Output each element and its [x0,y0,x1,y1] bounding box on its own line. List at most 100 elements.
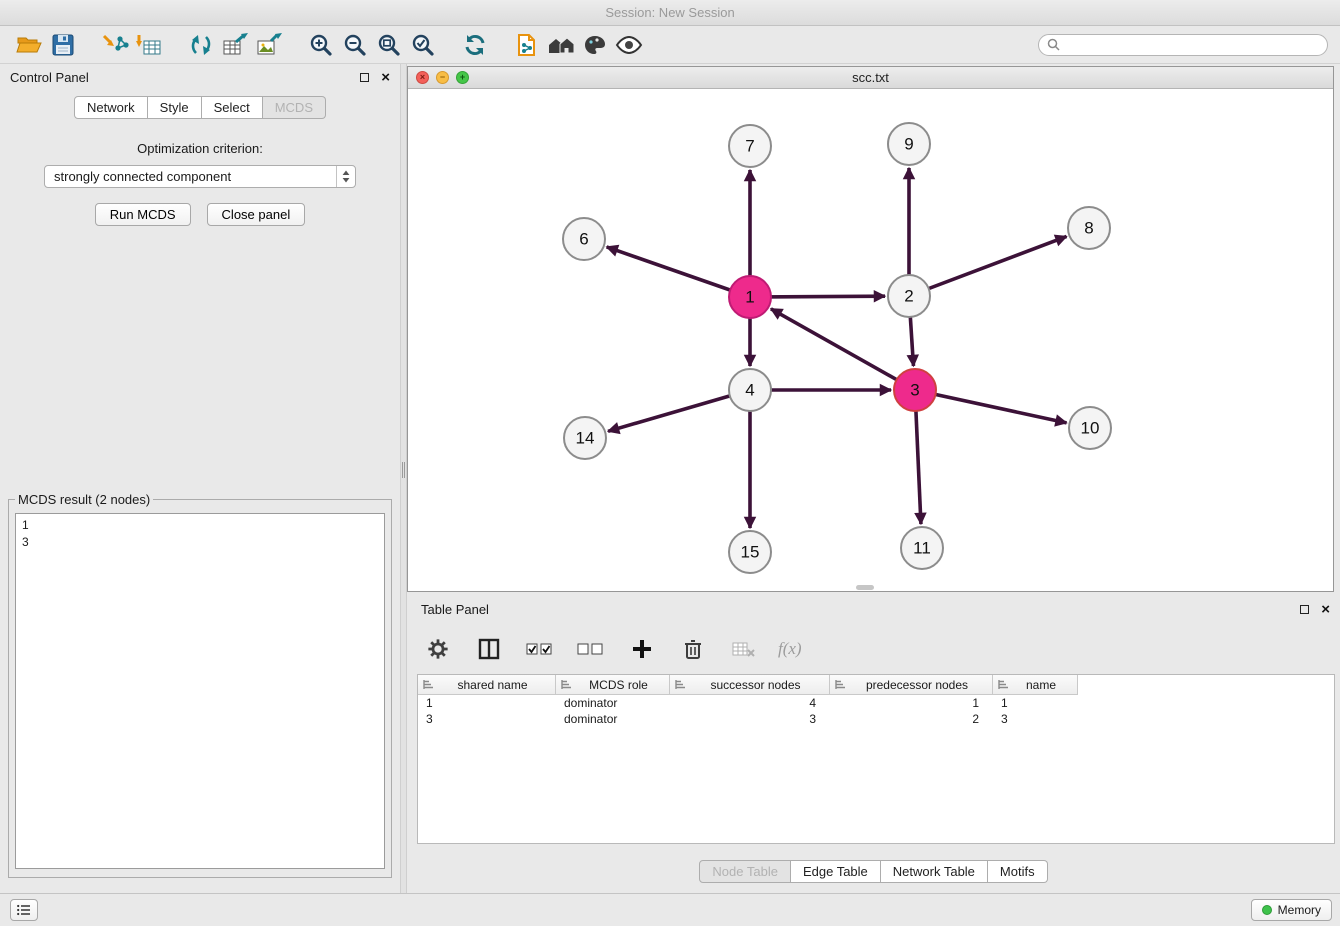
graph-node[interactable]: 10 [1069,407,1111,449]
column-sort-icon [674,679,687,690]
criterion-value: strongly connected component [54,169,231,184]
close-panel-button[interactable]: Close panel [207,203,306,226]
mcds-result-box[interactable]: 1 3 [15,513,385,869]
graph-node[interactable]: 9 [888,123,930,165]
zoom-selected-icon[interactable] [406,30,440,60]
network-window-titlebar[interactable]: scc.txt × − + [408,67,1333,89]
search-icon [1047,38,1060,51]
share-network-icon[interactable] [184,30,218,60]
h-scrollbar-thumb[interactable] [856,585,874,590]
table-row[interactable]: 3dominator323 [418,711,1334,727]
table-cell: 4 [670,695,830,711]
table-tab-motifs[interactable]: Motifs [988,860,1048,883]
graph-node[interactable]: 7 [729,125,771,167]
graph-node[interactable]: 6 [563,218,605,260]
delete-column-icon[interactable] [676,634,710,664]
float-panel-icon[interactable] [360,73,369,82]
table-tab-network-table[interactable]: Network Table [881,860,988,883]
network-canvas[interactable]: 7 9 6 8 1 2 4 3 14 10 15 11 [408,89,1333,591]
criterion-select[interactable]: strongly connected component [44,165,356,188]
table-row[interactable]: 1dominator411 [418,695,1334,711]
zoom-out-icon[interactable] [338,30,372,60]
minimize-window-icon[interactable]: − [436,71,449,84]
close-panel-icon[interactable]: × [381,70,390,85]
graph-node[interactable]: 14 [564,417,606,459]
open-session-icon[interactable] [12,30,46,60]
table-tabs: Node TableEdge TableNetwork TableMotifs [699,860,1047,883]
select-all-rows-icon[interactable] [523,634,557,664]
panel-splitter[interactable] [400,64,407,893]
graph-edge[interactable] [607,247,750,297]
table-tabs-bar: Node TableEdge TableNetwork TableMotifs [407,860,1340,883]
table-cell: 2 [830,711,993,727]
graph-node[interactable]: 11 [901,527,943,569]
column-header-shared-name[interactable]: shared name [418,675,556,695]
column-header-predecessor-nodes[interactable]: predecessor nodes [830,675,993,695]
graph-edge[interactable] [909,236,1067,296]
graph-node[interactable]: 4 [729,369,771,411]
mcds-result-group: MCDS result (2 nodes) 1 3 [8,492,392,878]
graph-edge[interactable] [915,390,1067,423]
table-header-row: shared nameMCDS rolesuccessor nodesprede… [418,675,1334,695]
status-bar: Memory [0,893,1340,926]
graph-node[interactable]: 8 [1068,207,1110,249]
zoom-fit-icon[interactable] [372,30,406,60]
svg-text:6: 6 [579,230,588,249]
graph-edge[interactable] [771,309,915,390]
table-body: 1dominator4113dominator323 [418,695,1334,727]
splitter-handle[interactable] [402,462,405,478]
optimization-criterion-label: Optimization criterion: [0,141,400,156]
show-panels-button[interactable] [10,899,38,921]
list-icon [17,904,31,916]
deselect-all-rows-icon[interactable] [574,634,608,664]
table-panel-title: Table Panel [421,602,489,617]
column-visibility-icon[interactable] [472,634,506,664]
column-header-successor-nodes[interactable]: successor nodes [670,675,830,695]
table-cell: 3 [418,711,556,727]
close-table-panel-icon[interactable]: × [1321,602,1330,617]
export-image-icon[interactable] [252,30,286,60]
control-panel-header: Control Panel × [0,64,400,90]
float-table-panel-icon[interactable] [1300,605,1309,614]
eye-icon[interactable] [612,30,646,60]
zoom-in-icon[interactable] [304,30,338,60]
svg-text:9: 9 [904,135,913,154]
table-settings-gear-icon[interactable] [421,634,455,664]
import-network-icon[interactable] [98,30,132,60]
tab-mcds[interactable]: MCDS [263,96,326,119]
run-mcds-button[interactable]: Run MCDS [95,203,191,226]
network-graph-svg[interactable]: 7 9 6 8 1 2 4 3 14 10 15 11 [408,89,1333,591]
column-sort-icon [834,679,847,690]
maximize-window-icon[interactable]: + [456,71,469,84]
home-icon[interactable] [544,30,578,60]
table-tab-edge-table[interactable]: Edge Table [791,860,881,883]
graph-node[interactable]: 3 [894,369,936,411]
table-tab-node-table[interactable]: Node Table [699,860,791,883]
column-header-MCDS-role[interactable]: MCDS role [556,675,670,695]
import-table-icon[interactable] [132,30,166,60]
tab-network[interactable]: Network [74,96,148,119]
close-window-icon[interactable]: × [416,71,429,84]
column-header-name[interactable]: name [993,675,1078,695]
graph-node[interactable]: 2 [888,275,930,317]
tab-select[interactable]: Select [202,96,263,119]
search-input[interactable] [1065,38,1319,52]
table-cell: 1 [993,695,1078,711]
function-builder-button[interactable]: f(x) [778,639,802,659]
export-table-icon[interactable] [218,30,252,60]
memory-button[interactable]: Memory [1251,899,1332,921]
graph-edge[interactable] [608,390,750,431]
graph-node[interactable]: 1 [729,276,771,318]
svg-text:1: 1 [745,288,754,307]
network-document-icon[interactable] [510,30,544,60]
tab-style[interactable]: Style [148,96,202,119]
table-cell: 3 [993,711,1078,727]
add-column-icon[interactable] [625,634,659,664]
style-palette-icon[interactable] [578,30,612,60]
delete-table-icon[interactable] [727,634,761,664]
table-cell: dominator [556,711,670,727]
graph-node[interactable]: 15 [729,531,771,573]
svg-text:11: 11 [913,539,931,558]
refresh-layout-icon[interactable] [458,30,492,60]
save-session-icon[interactable] [46,30,80,60]
